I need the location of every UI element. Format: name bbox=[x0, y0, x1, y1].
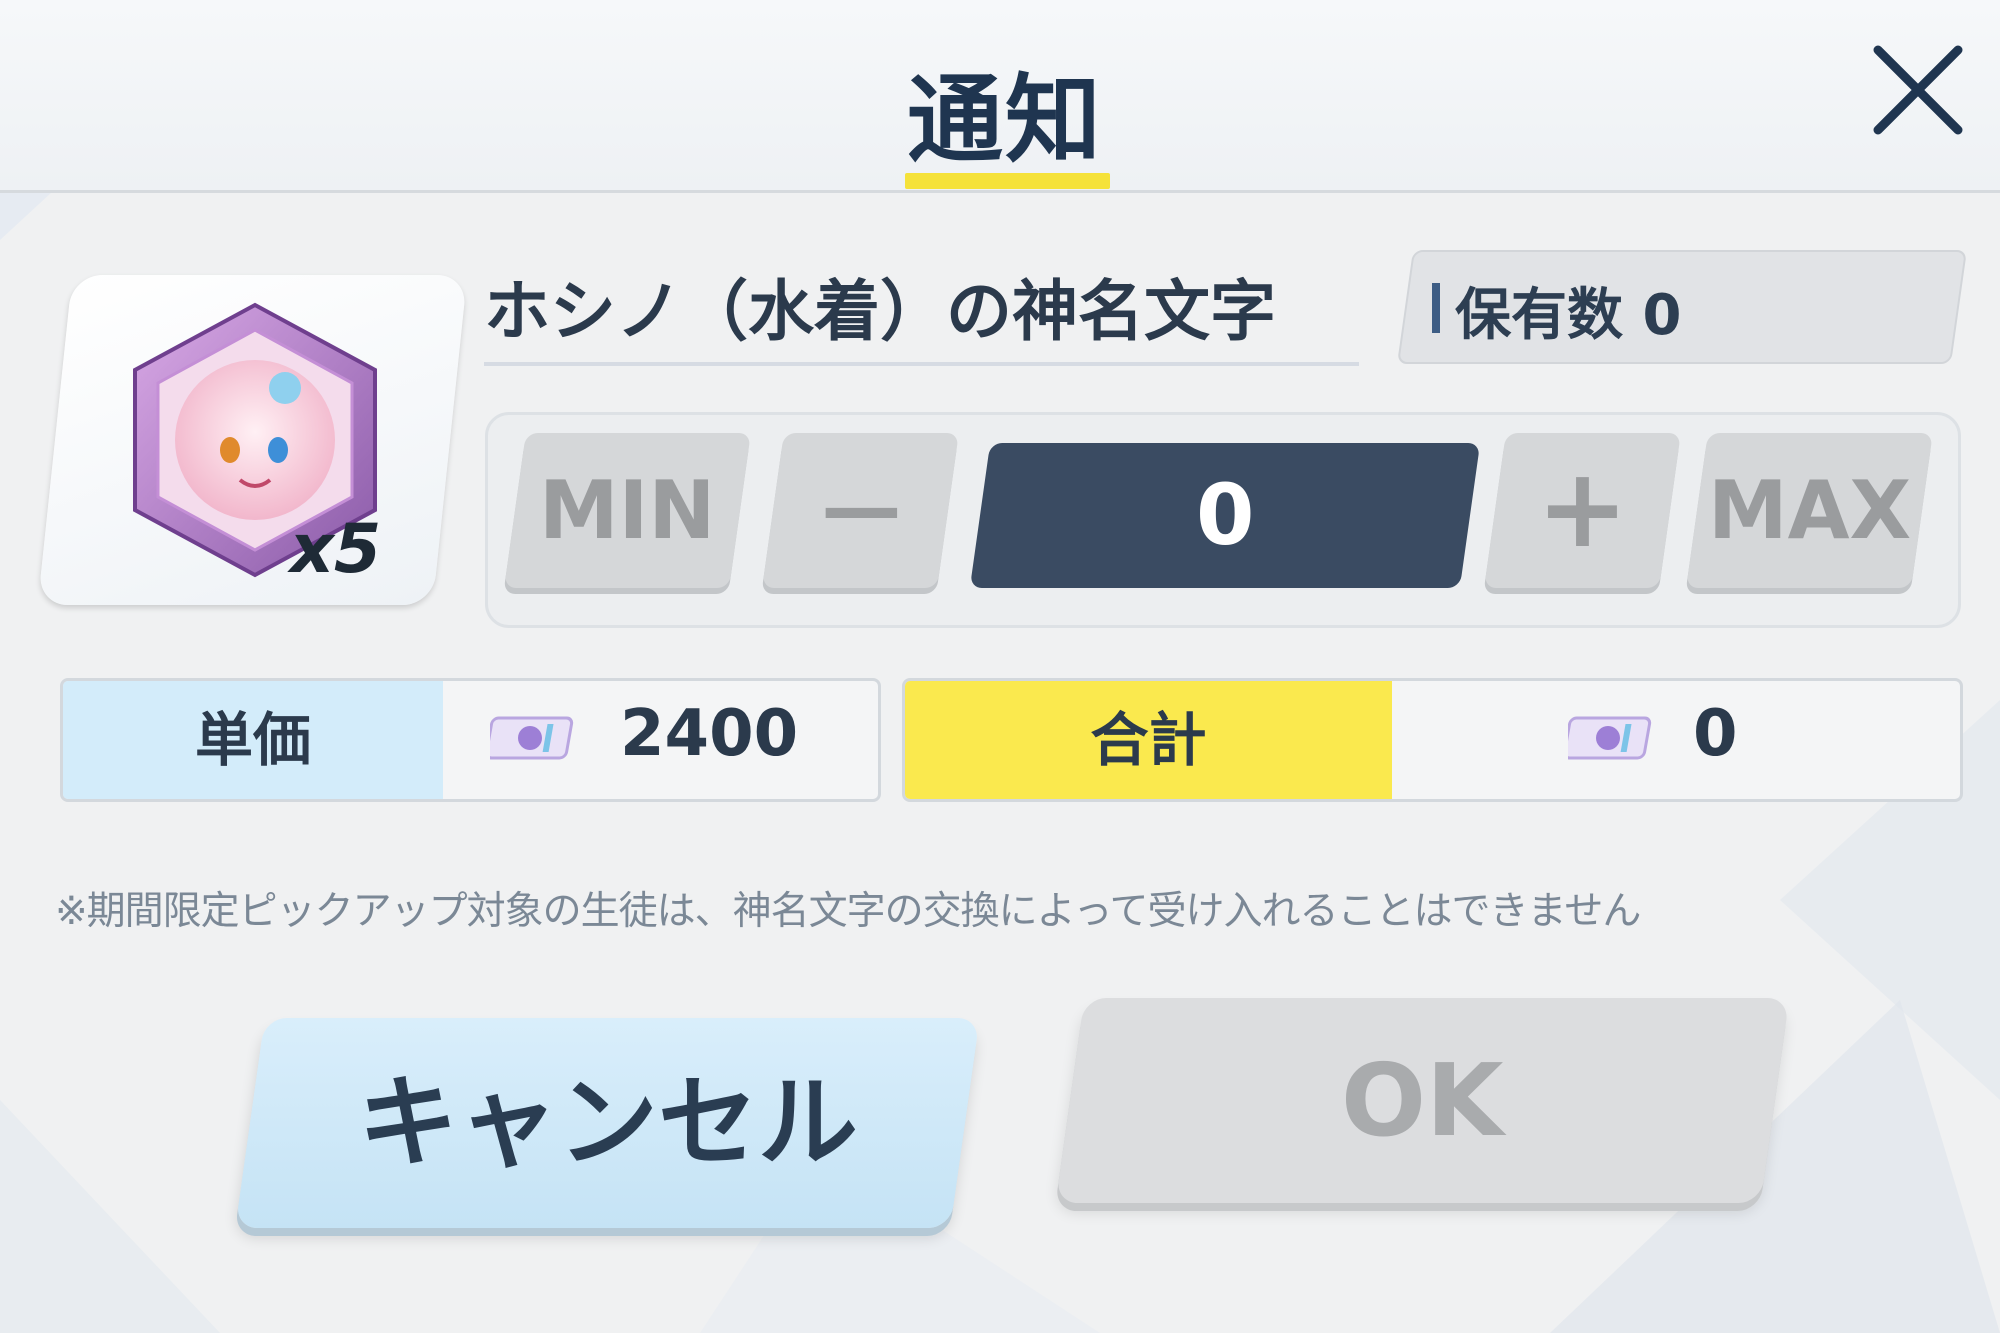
item-count: x5 bbox=[290, 510, 382, 589]
close-icon bbox=[1873, 45, 1963, 135]
quantity-number: 0 bbox=[1195, 466, 1255, 564]
notice-text: ※期間限定ピックアップ対象の生徒は、神名文字の交換によって受け入れることはできま… bbox=[55, 889, 1641, 934]
unit-price-label: 単価 bbox=[63, 681, 443, 799]
plus-button[interactable]: + bbox=[1484, 433, 1681, 588]
dialog-title: 通知 bbox=[907, 64, 1103, 176]
owned-marker bbox=[1432, 283, 1440, 333]
ok-button[interactable]: OK bbox=[1055, 998, 1790, 1203]
total-price-label: 合計 bbox=[905, 681, 1392, 799]
ticket-icon bbox=[490, 716, 574, 760]
owned-count: 保有数 0 bbox=[1455, 283, 1682, 348]
max-button[interactable]: MAX bbox=[1686, 433, 1933, 588]
close-button[interactable] bbox=[1868, 40, 1968, 140]
plus-icon: + bbox=[1536, 444, 1629, 572]
item-name-divider bbox=[484, 362, 1359, 366]
ticket-icon bbox=[1568, 716, 1652, 760]
total-price-value: 0 bbox=[1693, 697, 1738, 771]
min-label: MIN bbox=[539, 464, 716, 557]
max-label: MAX bbox=[1707, 464, 1912, 557]
total-price-row: 合計 bbox=[902, 678, 1963, 802]
quantity-value[interactable]: 0 bbox=[969, 443, 1481, 588]
title-underline bbox=[905, 173, 1110, 189]
notice-dialog: 通知 x5 ホシノ（水着）の神名文字 保有数 0 MIN — 0 + MAX 単… bbox=[0, 0, 2000, 1333]
min-button[interactable]: MIN bbox=[504, 433, 751, 588]
unit-price-value: 2400 bbox=[620, 697, 799, 771]
cancel-label: キャンセル bbox=[357, 1064, 858, 1181]
ok-label: OK bbox=[1341, 1042, 1504, 1159]
item-name: ホシノ（水着）の神名文字 bbox=[484, 273, 1276, 350]
minus-button[interactable]: — bbox=[762, 433, 959, 588]
minus-icon: — bbox=[820, 461, 901, 554]
cancel-button[interactable]: キャンセル bbox=[235, 1018, 980, 1228]
